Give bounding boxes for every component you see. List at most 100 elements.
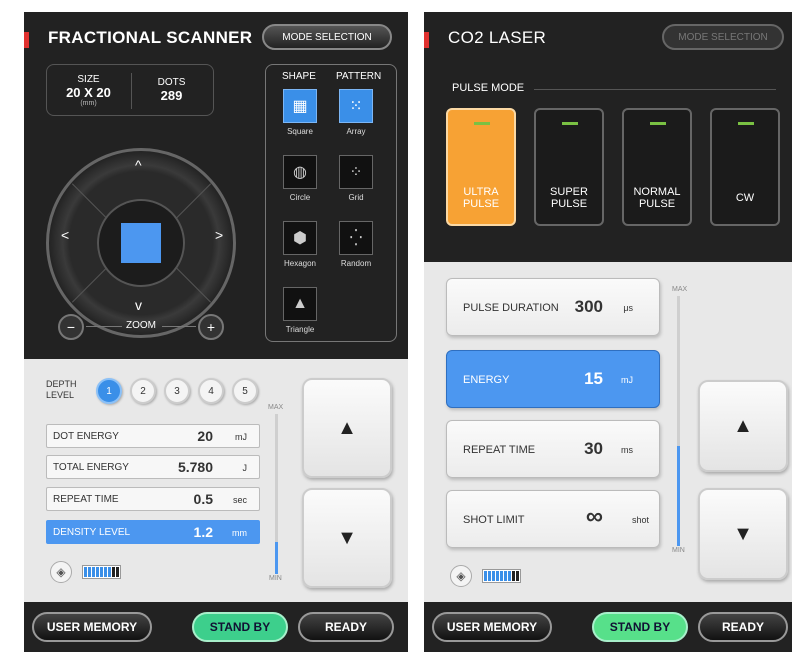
pattern-header: PATTERN [336, 71, 382, 82]
user-memory-button[interactable]: USER MEMORY [432, 612, 552, 642]
zoom-out-button[interactable]: − [58, 314, 84, 340]
ready-button[interactable]: READY [698, 612, 788, 642]
bottom-bar: USER MEMORY STAND BY READY [24, 602, 408, 652]
square-icon: ▦ [283, 89, 317, 123]
zoom-in-button[interactable]: + [198, 314, 224, 340]
param-value: 300 [574, 297, 603, 316]
shape-triangle-option[interactable]: ▲ Triangle [276, 287, 324, 334]
circle-icon: ◍ [283, 155, 317, 189]
scale-min-label: MIN [672, 547, 685, 554]
target-icon[interactable]: ◈ [450, 565, 472, 587]
level-scale-bar [677, 296, 680, 546]
dot-energy-row[interactable]: DOT ENERGY 20 mJ [46, 424, 260, 448]
depth-level-5-button[interactable]: 5 [232, 378, 258, 404]
pulse-mode-ultra-button[interactable]: ULTRA PULSE [446, 108, 516, 226]
param-name: SHOT LIMIT [463, 514, 525, 526]
param-unit: sec [232, 495, 247, 505]
direction-dial: ^ v < > [46, 148, 236, 338]
shot-limit-row[interactable]: SHOT LIMIT ∞ shot [446, 490, 660, 548]
param-unit: mm [232, 528, 247, 538]
param-unit: μs [623, 303, 633, 313]
aim-level-indicator[interactable] [482, 569, 521, 583]
pulse-duration-row[interactable]: PULSE DURATION 300 μs [446, 278, 660, 336]
laser-top-section: CO2 LASER MODE SELECTION PULSE MODE ULTR… [424, 12, 792, 262]
panel-title: FRACTIONAL SCANNER [48, 28, 253, 47]
param-value: 30 [584, 439, 603, 458]
depth-level-label: DEPTH LEVEL [46, 379, 77, 401]
grid-icon: ⁘ [339, 155, 373, 189]
mode-indicator-led [650, 122, 666, 125]
shape-header: SHAPE [282, 71, 316, 82]
zoom-control: − ZOOM + [58, 312, 228, 344]
depth-label-line2: LEVEL [46, 390, 75, 400]
param-value: 0.5 [193, 491, 213, 507]
mode-selection-button[interactable]: MODE SELECTION [262, 24, 392, 50]
density-level-row[interactable]: DENSITY LEVEL 1.2 mm [46, 520, 260, 544]
repeat-time-row[interactable]: REPEAT TIME 30 ms [446, 420, 660, 478]
target-icon[interactable]: ◈ [50, 561, 72, 583]
stand-by-button[interactable]: STAND BY [592, 612, 688, 642]
ready-button[interactable]: READY [298, 612, 394, 642]
param-unit: mJ [621, 375, 633, 385]
aim-level-indicator[interactable] [82, 565, 121, 579]
depth-level-1-button[interactable]: 1 [96, 378, 122, 404]
repeat-time-row[interactable]: REPEAT TIME 0.5 sec [46, 487, 260, 511]
shape-label: Circle [289, 193, 311, 202]
mode-indicator-led [562, 122, 578, 125]
depth-level-4-button[interactable]: 4 [198, 378, 224, 404]
pulse-mode-label: PULSE MODE [452, 82, 525, 94]
param-name: PULSE DURATION [463, 302, 559, 314]
hexagon-icon: ⬢ [283, 221, 317, 255]
shape-label: Hexagon [283, 259, 317, 268]
pulse-mode-super-button[interactable]: SUPER PULSE [534, 108, 604, 226]
shape-circle-option[interactable]: ◍ Circle [276, 155, 324, 202]
param-name: DOT ENERGY [53, 431, 119, 442]
energy-row[interactable]: ENERGY 15 mJ [446, 350, 660, 408]
decrease-button[interactable]: ▼ [302, 488, 392, 588]
pulse-mode-label-text: NORMAL PULSE [633, 186, 681, 210]
decrease-button[interactable]: ▼ [698, 488, 788, 580]
shape-hexagon-option[interactable]: ⬢ Hexagon [276, 221, 324, 268]
scale-max-label: MAX [268, 404, 284, 411]
stand-by-button[interactable]: STAND BY [192, 612, 288, 642]
pattern-random-option[interactable]: ⁛ Random [332, 221, 380, 268]
title-accent-bar [24, 32, 29, 48]
scanner-top-section: FRACTIONAL SCANNER MODE SELECTION SIZE 2… [24, 12, 408, 359]
param-name: ENERGY [463, 374, 510, 386]
total-energy-row[interactable]: TOTAL ENERGY 5.780 J [46, 455, 260, 479]
shape-square-option[interactable]: ▦ Square [276, 89, 324, 136]
random-icon: ⁛ [339, 221, 373, 255]
scale-min-label: MIN [269, 575, 282, 582]
increase-button[interactable]: ▲ [302, 378, 392, 478]
pulse-mode-normal-button[interactable]: NORMAL PULSE [622, 108, 692, 226]
param-value: 1.2 [193, 524, 213, 540]
size-unit: (mm) [80, 99, 97, 107]
mode-selection-button[interactable]: MODE SELECTION [662, 24, 784, 50]
pattern-grid-option[interactable]: ⁘ Grid [332, 155, 380, 202]
user-memory-button[interactable]: USER MEMORY [32, 612, 152, 642]
param-value: 5.780 [177, 459, 213, 475]
dial-center-button[interactable] [97, 199, 185, 287]
param-unit: ms [621, 445, 633, 455]
aim-beam-control: ◈ [450, 565, 521, 587]
increase-button[interactable]: ▲ [698, 380, 788, 472]
dial-down-arrow-icon[interactable]: v [135, 297, 142, 313]
dial-left-arrow-icon[interactable]: < [61, 227, 69, 243]
pulse-mode-cw-button[interactable]: CW [710, 108, 780, 226]
dial-up-arrow-icon[interactable]: ^ [135, 157, 142, 173]
shape-label: Triangle [285, 325, 315, 334]
depth-level-2-button[interactable]: 2 [130, 378, 156, 404]
dots-readout: DOTS 289 [130, 65, 213, 115]
mode-indicator-led [474, 122, 490, 125]
zoom-line [86, 326, 122, 327]
pulse-mode-divider [534, 89, 776, 90]
pulse-mode-label-text: SUPER PULSE [550, 186, 588, 210]
pattern-array-option[interactable]: ⁙ Array [332, 89, 380, 136]
pulse-mode-label-text: ULTRA PULSE [462, 186, 500, 210]
pattern-label: Grid [348, 193, 364, 202]
level-scale-fill [275, 542, 278, 574]
dial-right-arrow-icon[interactable]: > [215, 227, 223, 243]
depth-label-line1: DEPTH [46, 379, 77, 389]
depth-level-3-button[interactable]: 3 [164, 378, 190, 404]
array-icon: ⁙ [339, 89, 373, 123]
